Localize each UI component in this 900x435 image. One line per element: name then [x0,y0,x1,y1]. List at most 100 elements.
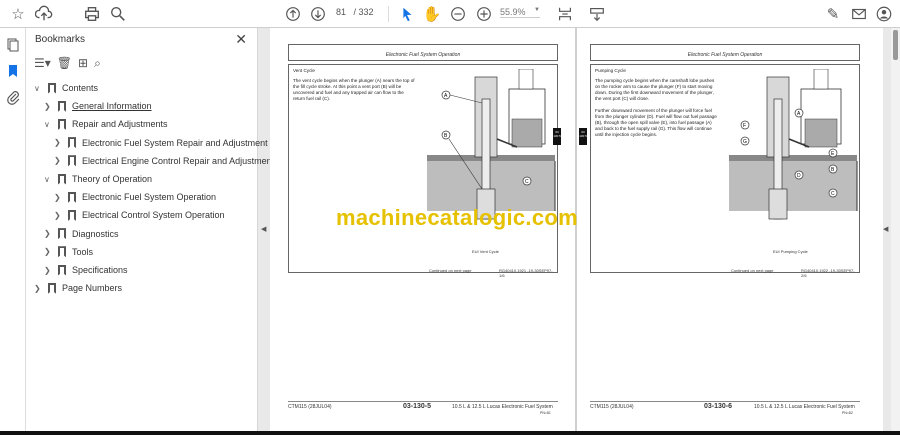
bookmark-label: Specifications [72,265,128,275]
bookmark-item[interactable]: ∨ Repair and Adjustments [44,116,168,132]
bookmarks-icon[interactable] [5,63,21,79]
bookmark-item[interactable]: ❯ Electrical Control System Operation [54,207,225,223]
bookmark-icon [48,82,56,94]
bookmark-icon [58,118,66,130]
body-text: The vent cycle begins when the plunger (… [293,78,415,101]
bookmark-label: Theory of Operation [72,174,153,184]
chevron-right-icon[interactable]: ❯ [44,247,54,256]
previous-page-button[interactable] [283,4,303,24]
section-tab: 03 130 5 [553,128,561,145]
cloud-upload-icon[interactable] [34,4,54,24]
bookmark-label: Electrical Engine Control Repair and Adj… [82,155,275,166]
delete-icon[interactable]: 🗑 [57,56,72,71]
bookmark-label: Electronic Fuel System Repair and Adjust… [82,137,268,148]
footer-pn: PN=82 [842,411,853,415]
footer-rule [288,401,558,402]
bookmark-toolbar: ☰▾ 🗑 ⊞ ⌕ [34,56,101,71]
bookmark-item[interactable]: ❯ General Information [44,98,152,114]
chevron-down-icon[interactable]: ∨ [44,120,54,129]
bookmark-item[interactable]: ❯ Electronic Fuel System Repair and Adjus… [54,135,268,151]
pdf-page: Electronic Fuel System Operation Vent Cy… [270,28,575,435]
header-text: Electronic Fuel System Operation [687,52,763,58]
content-frame: Pumping Cycle The pumping cycle begins wh… [590,64,860,278]
vertical-scrollbar[interactable] [891,28,900,435]
email-icon[interactable] [849,4,869,24]
expand-right-panel-arrow[interactable]: ◀ [883,225,888,233]
page-gap [575,28,577,435]
chevron-right-icon[interactable]: ❯ [54,211,64,220]
body-text: The pumping cycle begins when the camsha… [595,78,715,101]
total-pages: / 332 [353,7,374,17]
bookmark-item[interactable]: ❯ Electronic Fuel System Operation [54,189,216,205]
zoom-in-button[interactable] [474,4,494,24]
print-icon[interactable] [82,4,102,24]
footer-pn: PN=81 [540,411,551,415]
figure-caption: EUI Pumping Cycle [773,249,808,254]
bookmark-item[interactable]: ❯ Diagnostics [44,226,119,242]
current-page[interactable]: 81 [336,7,346,17]
zoom-out-button[interactable] [448,4,468,24]
figure-ref: RG40410,1921 -19-30SEP97-1/6 [499,268,553,278]
new-bookmark-icon[interactable]: ⊞ [78,56,88,71]
figure-caption: EUI Vent Cycle [472,249,499,254]
page-code: 03-130-6 [704,403,733,410]
select-tool-icon[interactable] [397,4,417,24]
footer-rule [590,401,860,402]
chevron-right-icon[interactable]: ❯ [44,266,54,275]
scroll-mode-icon[interactable] [587,4,607,24]
chevron-right-icon[interactable]: ❯ [44,102,54,111]
sign-icon[interactable]: ✎ [823,4,843,24]
footer-left: CTM115 (28JUL04) [288,404,332,410]
bookmarks-panel: Bookmarks ✕ ☰▾ 🗑 ⊞ ⌕ ∨ Contents ❯ General I… [26,28,274,435]
hand-tool-icon[interactable]: ✋ [422,4,442,24]
scrollbar-thumb[interactable] [893,30,898,60]
chevron-right-icon[interactable]: ❯ [44,229,54,238]
find-bookmark-icon[interactable]: ⌕ [94,56,101,71]
page-fit-icon[interactable] [555,4,575,24]
bookmark-item[interactable]: ∨ Theory of Operation [44,171,152,187]
chevron-right-icon[interactable]: ❯ [54,138,64,147]
bookmark-label: Diagnostics [72,228,119,239]
bookmark-item[interactable]: ❯ Page Numbers [34,280,122,296]
page-number-field[interactable]: 81 / 332 [336,7,374,17]
svg-text:C: C [831,191,835,197]
page-thumbnails-icon[interactable] [5,37,21,53]
chevron-down-icon[interactable]: ∨ [44,175,54,184]
chevron-right-icon[interactable]: ❯ [54,193,64,202]
bookmark-item[interactable]: ❯ Tools [44,244,93,260]
account-icon[interactable] [874,4,894,24]
content-frame: Vent Cycle The vent cycle begins when the… [288,64,558,278]
bookmark-label: Repair and Adjustments [72,119,168,130]
section-heading: Pumping Cycle [595,68,626,73]
watermark: machinecatalogic.com [336,205,578,230]
continued-note: Continued on next page [429,268,472,273]
attachments-icon[interactable] [5,89,21,105]
star-icon[interactable]: ☆ [8,4,28,24]
bookmark-item[interactable]: ∨ Contents [34,80,98,96]
bookmark-icon [58,246,66,258]
chevron-right-icon[interactable]: ❯ [34,284,44,293]
bookmark-label: Electrical Control System Operation [82,210,225,221]
continued-note: Continued on next page [731,268,774,273]
zoom-level: 55.9% [500,7,526,17]
bookmark-icon [58,100,66,112]
bookmark-label: Contents [62,83,99,93]
search-icon[interactable] [108,4,128,24]
collapse-panel-arrow[interactable]: ◀ [261,225,266,233]
bookmark-item[interactable]: ❯ Specifications [44,262,128,278]
zoom-level-select[interactable]: 55.9% ▼ [500,7,540,18]
bookmark-icon [68,209,76,221]
next-page-button[interactable] [308,4,328,24]
bookmark-icon [68,155,76,167]
navigation-pane-strip [0,28,26,435]
page-header: Electronic Fuel System Operation [288,44,558,61]
chevron-down-icon[interactable]: ∨ [34,84,44,93]
footer-left: CTM115 (28JUL04) [590,404,634,410]
bookmark-icon [48,282,56,294]
close-icon[interactable]: ✕ [235,31,247,48]
chevron-right-icon[interactable]: ❯ [54,156,64,165]
bookmark-item[interactable]: ❯ Electrical Engine Control Repair and Ad… [54,153,274,169]
injector-diagram: F G A E B D C [729,69,858,220]
bookmark-icon [58,173,66,185]
options-menu-icon[interactable]: ☰▾ [34,56,51,71]
